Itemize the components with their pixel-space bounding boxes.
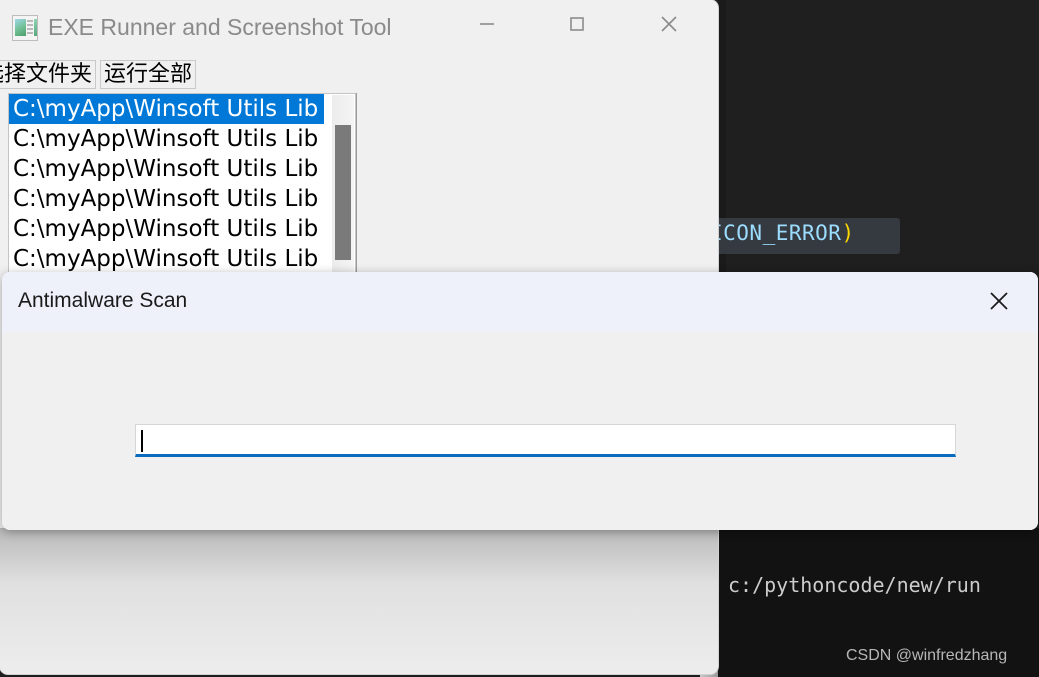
dialog-body (2, 332, 1038, 530)
close-icon (657, 12, 681, 36)
list-scrollbar-thumb[interactable] (335, 125, 351, 260)
filename-input[interactable] (146, 428, 941, 453)
list-item[interactable]: C:\myApp\Winsoft Utils Lib (9, 244, 355, 274)
list-item[interactable]: C:\myApp\Winsoft Utils Lib (9, 214, 355, 244)
window-body (0, 528, 718, 674)
dialog-close-button[interactable] (984, 290, 1014, 316)
select-folder-button[interactable]: 选择文件夹 (0, 60, 97, 90)
dialog-title: Antimalware Scan (18, 289, 188, 312)
antimalware-scan-dialog: Antimalware Scan File name: ... Scan (2, 272, 1038, 530)
watermark: CSDN @winfredzhang (846, 647, 1008, 664)
window-title: EXE Runner and Screenshot Tool (48, 14, 392, 40)
file-list[interactable]: C:\myApp\Winsoft Utils Lib C:\myApp\Wins… (8, 93, 356, 283)
terminal-output-line: c:/pythoncode/new/run (728, 573, 981, 597)
list-item[interactable]: C:\myApp\Winsoft Utils Lib (9, 154, 355, 184)
list-item[interactable]: C:\myApp\Winsoft Utils Lib (9, 94, 324, 124)
code-token-paren: ) (841, 221, 855, 245)
minimize-button[interactable] (456, 0, 518, 48)
close-button[interactable] (638, 0, 700, 48)
list-item[interactable]: C:\myApp\Winsoft Utils Lib (9, 124, 355, 154)
screen-root: ICON_ERROR) c:/pythoncode/new/run CSDN @… (0, 0, 1039, 677)
panel-divider (356, 93, 357, 283)
minimize-icon (476, 13, 498, 35)
app-icon (12, 15, 38, 41)
maximize-button[interactable] (546, 0, 608, 48)
list-item[interactable]: C:\myApp\Winsoft Utils Lib (9, 184, 355, 214)
close-icon (986, 288, 1012, 319)
text-caret (141, 430, 143, 452)
run-all-button[interactable]: 运行全部 (100, 60, 197, 90)
maximize-icon (566, 13, 588, 35)
code-token-constant: ICON_ERROR (710, 221, 842, 245)
code-line-text: ICON_ERROR) (710, 221, 855, 245)
filename-field-wrapper[interactable] (135, 424, 956, 457)
list-scrollbar[interactable] (332, 95, 354, 282)
